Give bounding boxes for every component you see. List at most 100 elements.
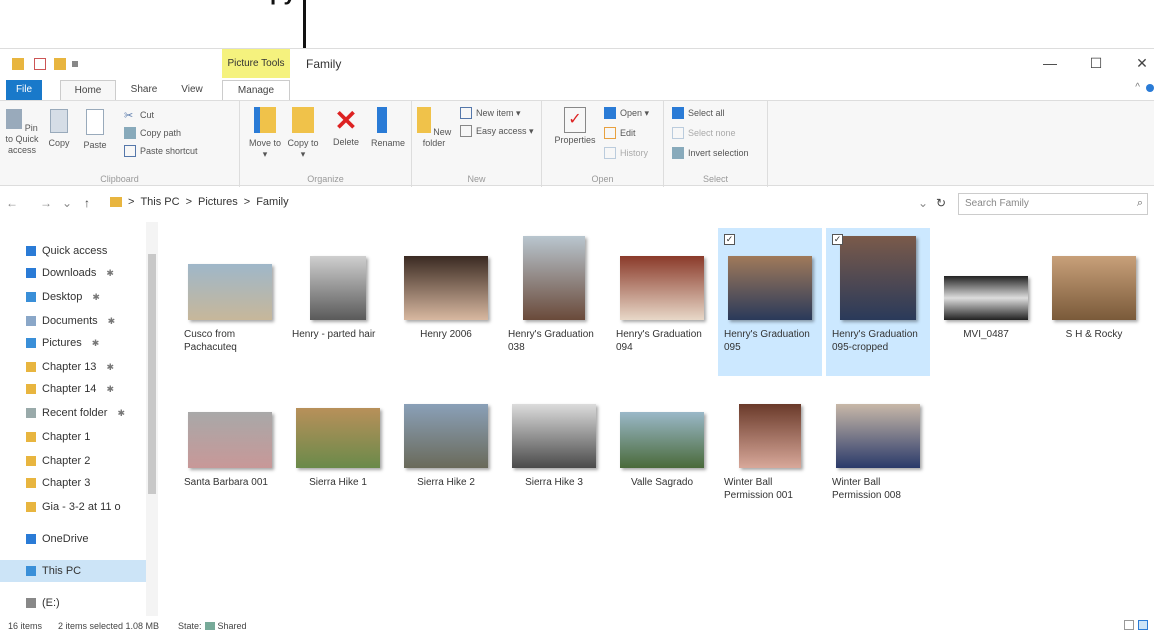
breadcrumb-family[interactable]: Family <box>256 196 288 208</box>
folder-icon <box>110 197 122 207</box>
nav-item[interactable]: Chapter 1 <box>26 426 90 448</box>
edit-button[interactable]: Edit <box>604 127 636 139</box>
large-icons-view-icon[interactable] <box>1138 620 1148 630</box>
copy-button[interactable]: Copy <box>44 109 74 149</box>
nav-scrollbar-thumb[interactable] <box>148 254 156 494</box>
breadcrumb[interactable]: > This PC > Pictures > Family <box>110 196 289 208</box>
file-item[interactable]: Valle Sagrado <box>610 376 714 524</box>
pin-icon <box>6 109 23 129</box>
maximize-button[interactable]: ☐ <box>1086 55 1106 72</box>
file-item[interactable]: Henry's Graduation 038 <box>502 228 606 376</box>
nav-item[interactable]: Documents ✱ <box>26 310 115 332</box>
copy-path-button[interactable]: Copy path <box>124 127 181 139</box>
breadcrumb-pictures[interactable]: Pictures <box>198 196 238 208</box>
new-item-button[interactable]: New item ▾ <box>460 107 521 119</box>
nav-item[interactable]: Chapter 2 <box>26 450 90 472</box>
easy-access-button[interactable]: Easy access ▾ <box>460 125 534 137</box>
help-icon[interactable] <box>1146 84 1154 92</box>
customize-quick-access-icon[interactable] <box>72 61 78 67</box>
file-name: Henry's Graduation 095-cropped <box>832 329 918 353</box>
nav-item[interactable]: Desktop ✱ <box>26 286 100 308</box>
file-item[interactable]: Henry - parted hair <box>286 228 390 376</box>
picture-tools-context-label: Picture Tools <box>222 49 290 79</box>
pinned-icon[interactable]: ✱ <box>106 362 114 373</box>
tab-file[interactable]: File <box>6 80 42 100</box>
paste-label: Paste <box>83 140 107 150</box>
invert-selection-button[interactable]: Invert selection <box>672 147 749 159</box>
file-item[interactable]: ✓ Henry's Graduation 095 <box>718 228 822 376</box>
select-none-button[interactable]: Select none <box>672 127 736 139</box>
pinned-icon[interactable]: ✱ <box>92 338 100 349</box>
move-to-button[interactable]: Move to ▾ <box>248 107 282 160</box>
select-all-button[interactable]: Select all <box>672 107 725 119</box>
nav-item[interactable]: Gia - 3-2 at 11 o <box>26 496 121 518</box>
pinned-icon[interactable]: ✱ <box>92 292 100 303</box>
nav-item[interactable]: Chapter 14 ✱ <box>26 378 114 400</box>
rename-icon <box>377 107 399 133</box>
file-item[interactable]: ✓ Henry's Graduation 095-cropped <box>826 228 930 376</box>
delete-button[interactable]: ✕ Delete <box>328 107 364 148</box>
pinned-icon[interactable]: ✱ <box>117 408 125 419</box>
photo-thumbnail <box>944 276 1028 320</box>
new-folder-button[interactable]: New folder <box>416 107 452 149</box>
folder-icon <box>26 456 36 466</box>
nav-scrollbar[interactable] <box>146 222 158 616</box>
nav-item[interactable]: Recent folder ✱ <box>26 402 125 424</box>
file-item[interactable]: Winter Ball Permission 001 <box>718 376 822 524</box>
tab-home[interactable]: Home <box>60 80 116 100</box>
file-item[interactable]: Santa Barbara 001 <box>178 376 282 524</box>
file-item[interactable]: Sierra Hike 2 <box>394 376 498 524</box>
close-button[interactable]: ✕ <box>1132 55 1152 72</box>
paste-icon <box>86 109 104 135</box>
file-item[interactable]: Sierra Hike 1 <box>286 376 390 524</box>
copy-to-button[interactable]: Copy to ▾ <box>286 107 320 160</box>
history-icon <box>604 147 616 159</box>
nav-item[interactable]: Pictures ✱ <box>26 332 99 354</box>
file-item[interactable]: Cusco from Pachacuteq <box>178 228 282 376</box>
nav-item[interactable]: This PC <box>26 560 81 582</box>
search-input[interactable]: Search Family ⌕ <box>958 193 1148 215</box>
nav-item[interactable]: (E:) <box>26 592 60 614</box>
file-item[interactable]: MVI_0487 <box>934 228 1038 376</box>
new-folder-quick-icon[interactable] <box>54 58 66 70</box>
properties-quick-icon[interactable] <box>34 58 46 70</box>
file-item[interactable]: Henry 2006 <box>394 228 498 376</box>
pinned-icon[interactable]: ✱ <box>106 384 114 395</box>
photo-thumbnail <box>188 264 272 320</box>
nav-item[interactable]: Quick access <box>26 240 107 262</box>
tab-share[interactable]: Share <box>124 80 164 100</box>
file-item[interactable]: Winter Ball Permission 008 <box>826 376 930 524</box>
selection-checkbox[interactable]: ✓ <box>832 234 843 245</box>
address-dropdown-icon[interactable]: ⌄ <box>918 196 928 210</box>
ribbon-collapse-icon[interactable]: ^ <box>1135 82 1140 93</box>
paste-shortcut-button[interactable]: Paste shortcut <box>124 145 198 157</box>
breadcrumb-this-pc[interactable]: This PC <box>140 196 179 208</box>
file-item[interactable]: Sierra Hike 3 <box>502 376 606 524</box>
back-button[interactable]: ← <box>6 196 18 210</box>
nav-item[interactable]: Downloads ✱ <box>26 262 114 284</box>
refresh-icon[interactable]: ↻ <box>936 196 946 210</box>
forward-button[interactable]: → <box>40 196 52 210</box>
minimize-button[interactable]: — <box>1040 55 1060 71</box>
file-name: Santa Barbara 001 <box>184 477 268 488</box>
nav-item[interactable]: Chapter 13 ✱ <box>26 356 114 378</box>
details-view-icon[interactable] <box>1124 620 1134 630</box>
pinned-icon[interactable]: ✱ <box>106 268 114 279</box>
tab-view[interactable]: View <box>172 80 212 100</box>
selection-checkbox[interactable]: ✓ <box>724 234 735 245</box>
paste-button[interactable]: Paste <box>80 109 110 151</box>
properties-button[interactable]: ✓ Properties <box>552 107 598 146</box>
nav-item[interactable]: OneDrive <box>26 528 88 550</box>
tab-manage[interactable]: Manage <box>222 80 290 100</box>
open-button[interactable]: Open ▾ <box>604 107 649 119</box>
history-button[interactable]: History <box>604 147 648 159</box>
nav-item[interactable]: Chapter 3 <box>26 472 90 494</box>
file-item[interactable]: Henry's Graduation 094 <box>610 228 714 376</box>
up-button[interactable]: ↑ <box>84 196 90 210</box>
cut-button[interactable]: ✂ Cut <box>124 109 154 122</box>
file-item[interactable]: S H & Rocky <box>1042 228 1146 376</box>
rename-button[interactable]: Rename <box>368 107 408 149</box>
recent-locations-button[interactable]: ⌄ <box>62 196 72 210</box>
pin-to-quick-access-button[interactable]: Pin to Quick access <box>4 109 40 156</box>
pinned-icon[interactable]: ✱ <box>108 316 116 327</box>
